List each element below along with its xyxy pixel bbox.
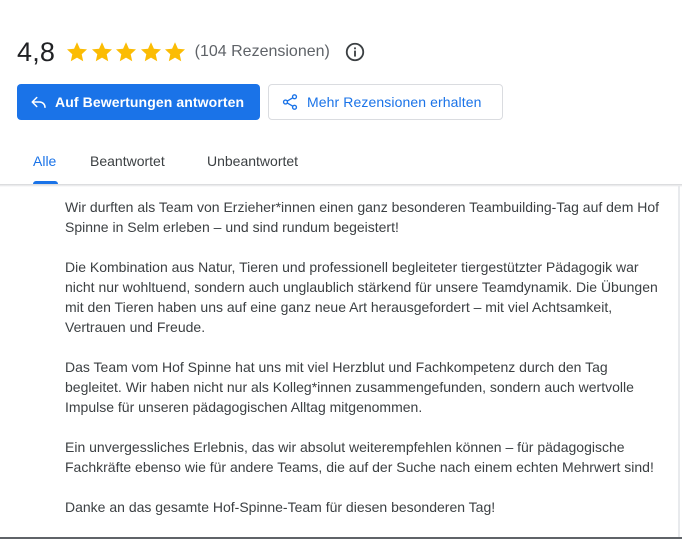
review-paragraph: Wir durften als Team von Erzieher*innen … <box>65 199 660 235</box>
tab-answered[interactable]: Beantwortet <box>90 140 165 184</box>
review-paragraph: Die Kombination aus Natur, Tieren und pr… <box>65 259 658 335</box>
average-rating: 4,8 <box>17 36 56 67</box>
share-icon <box>281 93 299 111</box>
star-icon <box>65 40 89 64</box>
info-icon[interactable] <box>344 41 366 63</box>
review-filter-tabs: Alle Beantwortet Unbeantwortet <box>0 140 682 184</box>
review-paragraph: Danke an das gesamte Hof-Spinne-Team für… <box>65 499 496 515</box>
scrollbar-track[interactable] <box>678 186 680 539</box>
star-icon <box>114 40 138 64</box>
reply-button-label: Auf Bewertungen antworten <box>55 94 245 110</box>
tab-all[interactable]: Alle <box>33 140 58 184</box>
review-paragraph: Das Team vom Hof Spinne hat uns mit viel… <box>65 359 634 415</box>
reply-icon <box>30 93 48 111</box>
get-more-reviews-button[interactable]: Mehr Rezensionen erhalten <box>268 84 503 120</box>
star-rating <box>65 40 188 64</box>
tab-label: Alle <box>33 153 57 169</box>
tab-label: Unbeantwortet <box>207 153 299 169</box>
tabs-divider <box>0 184 682 187</box>
reply-to-reviews-button[interactable]: Auf Bewertungen antworten <box>17 84 260 120</box>
review-count: (104 Rezensionen) <box>194 43 330 60</box>
review-text: Wir durften als Team von Erzieher*innen … <box>65 197 665 537</box>
review-paragraph: Ein unvergessliches Erlebnis, das wir ab… <box>65 439 654 475</box>
tab-unanswered[interactable]: Unbeantwortet <box>207 140 298 184</box>
star-icon <box>163 40 187 64</box>
rating-summary: 4,8 (104 Rezensionen) <box>17 34 366 70</box>
more-reviews-button-label: Mehr Rezensionen erhalten <box>307 94 482 110</box>
star-icon <box>139 40 163 64</box>
star-icon <box>90 40 114 64</box>
tab-label: Beantwortet <box>90 153 165 169</box>
